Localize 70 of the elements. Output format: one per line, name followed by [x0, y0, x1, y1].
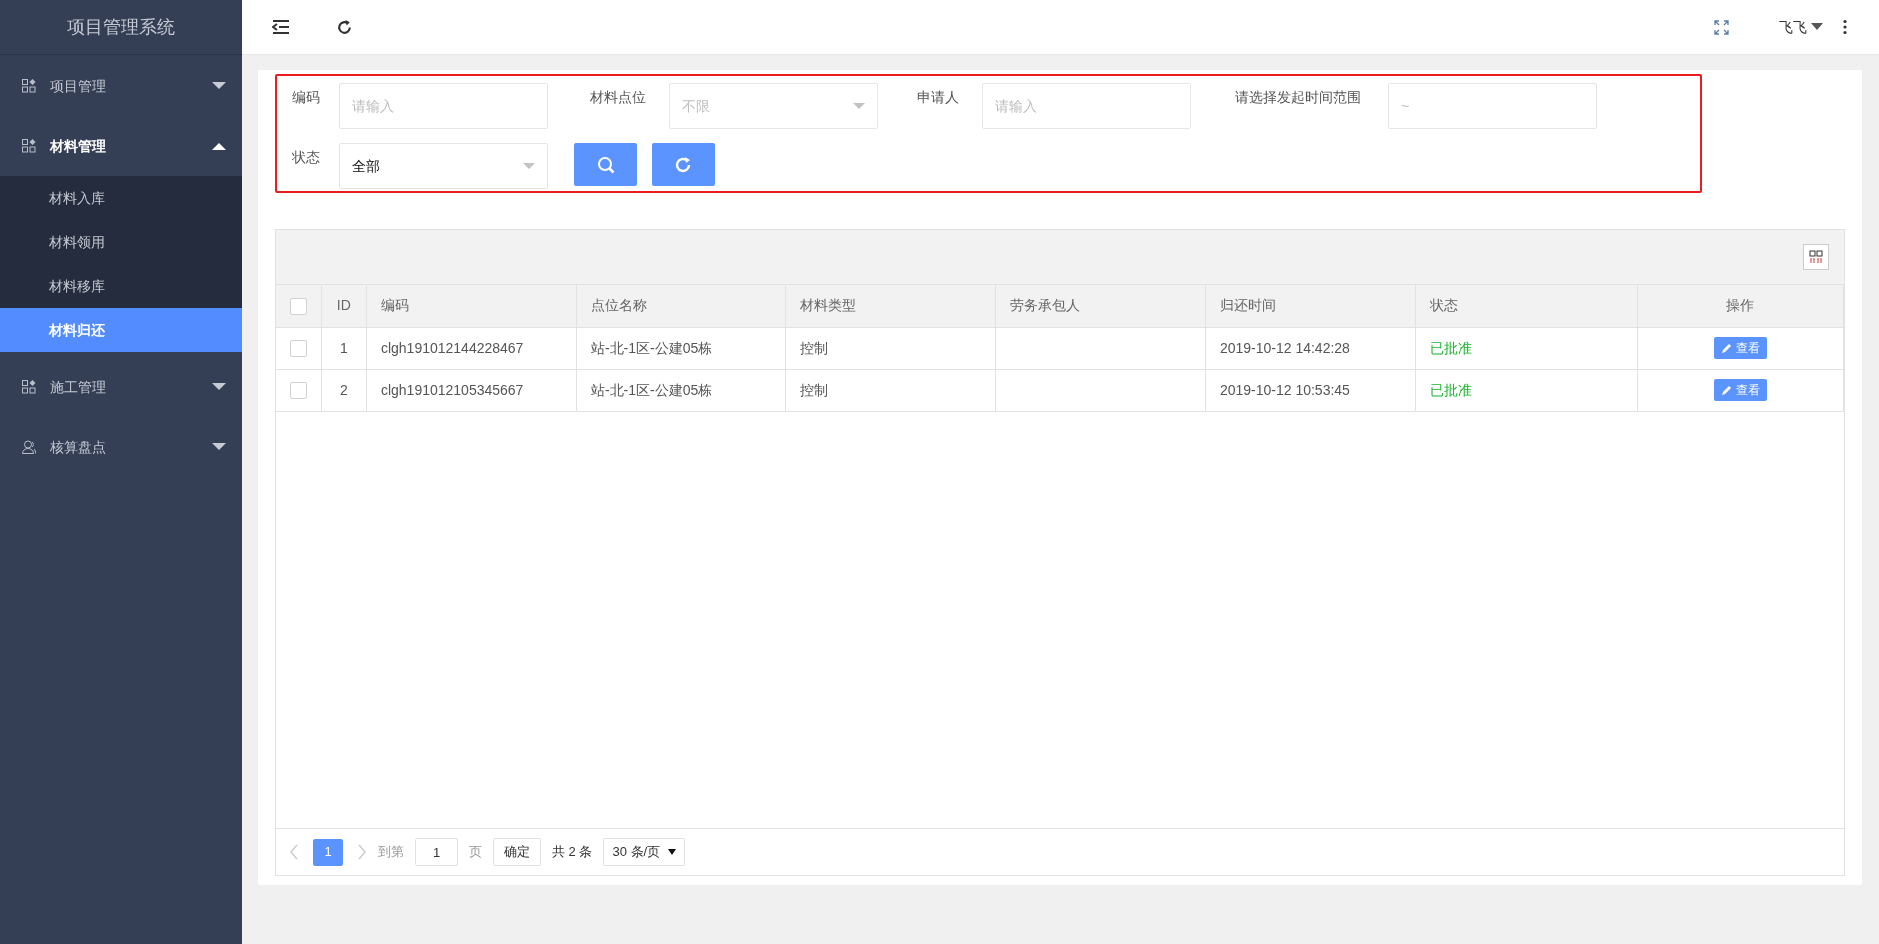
user-menu[interactable]: 飞飞 — [1779, 16, 1823, 38]
page-input[interactable]: 1 — [415, 838, 458, 866]
table-cell: 2019-10-12 14:42:28 — [1219, 339, 1350, 356]
status-text: 已批准 — [1429, 381, 1472, 398]
columns-icon — [1809, 250, 1823, 264]
apps-icon — [22, 79, 36, 93]
field-label: 状态 — [292, 148, 321, 167]
search-button[interactable] — [574, 143, 637, 186]
caret-icon — [853, 103, 865, 109]
total-count: 共 2 条 — [552, 843, 593, 862]
column-header: 材料类型 — [799, 297, 856, 314]
field-label: 请选择发起时间范围 — [1235, 88, 1362, 107]
sidebar-item[interactable]: 施工管理 — [0, 357, 242, 417]
column-header: 归还时间 — [1219, 297, 1276, 314]
next-icon — [357, 844, 367, 860]
sidebar-item[interactable]: 项目管理 — [0, 56, 242, 116]
apps-icon — [22, 139, 36, 153]
table-cell: 2019-10-12 10:53:45 — [1219, 381, 1350, 398]
caret-icon — [212, 443, 226, 451]
search-icon — [596, 155, 615, 174]
confirm-button[interactable]: 确定 — [493, 838, 541, 866]
app-title: 项目管理系统 — [67, 15, 175, 39]
table-cell: 站-北-1区-公建05栋 — [590, 381, 713, 398]
goto-label: 到第 — [378, 843, 404, 862]
menu-fold-icon[interactable] — [272, 19, 290, 35]
caret-icon — [523, 163, 535, 169]
checkbox[interactable] — [289, 382, 307, 400]
column-header: ID — [336, 297, 351, 314]
table-cell: 站-北-1区-公建05栋 — [590, 339, 713, 356]
table-cell: 控制 — [799, 339, 828, 356]
user-icon — [22, 440, 36, 454]
submenu-item[interactable]: 材料入库 — [0, 176, 242, 220]
submenu-item[interactable]: 材料移库 — [0, 264, 242, 308]
table-cell: clgh191012144228467 — [380, 339, 524, 356]
caret-icon — [1811, 23, 1823, 31]
pencil-icon — [1721, 341, 1732, 354]
column-settings-button[interactable] — [1803, 244, 1829, 270]
page-size-select[interactable]: 30 条/页 — [603, 838, 686, 866]
fullscreen-icon[interactable] — [1714, 19, 1729, 35]
caret-icon — [212, 142, 226, 150]
more-icon[interactable] — [1843, 19, 1847, 35]
apps-icon — [22, 380, 36, 394]
column-header: 编码 — [380, 297, 409, 314]
column-header: 点位名称 — [590, 297, 647, 314]
submenu-item[interactable]: 材料领用 — [0, 220, 242, 264]
checkbox[interactable] — [289, 340, 307, 358]
caret-icon — [212, 383, 226, 391]
status-text: 已批准 — [1429, 339, 1472, 356]
column-header: 劳务承包人 — [1009, 297, 1080, 314]
refresh-icon — [674, 155, 693, 174]
sidebar-item[interactable]: 材料管理 — [0, 116, 242, 176]
field-label: 申请人 — [917, 88, 960, 107]
caret-icon — [212, 82, 226, 90]
previous-icon — [289, 844, 299, 860]
field-label: 编码 — [292, 88, 321, 107]
field-label: 材料点位 — [590, 88, 647, 107]
column-header: 状态 — [1429, 297, 1458, 314]
pencil-icon — [1721, 383, 1732, 396]
sidebar-item[interactable]: 核算盘点 — [0, 417, 242, 477]
refresh-icon[interactable] — [336, 18, 353, 36]
table-cell: clgh191012105345667 — [380, 381, 524, 398]
caret-icon — [668, 849, 677, 855]
column-header: 操作 — [1726, 297, 1755, 314]
table-cell: 1 — [339, 339, 348, 356]
page-unit-label: 页 — [469, 843, 482, 862]
table-cell: 2 — [339, 381, 348, 398]
select-field[interactable]: 全部 — [339, 143, 548, 189]
table-cell: 控制 — [799, 381, 828, 398]
checkbox[interactable] — [289, 298, 307, 316]
reset-button[interactable] — [652, 143, 715, 186]
